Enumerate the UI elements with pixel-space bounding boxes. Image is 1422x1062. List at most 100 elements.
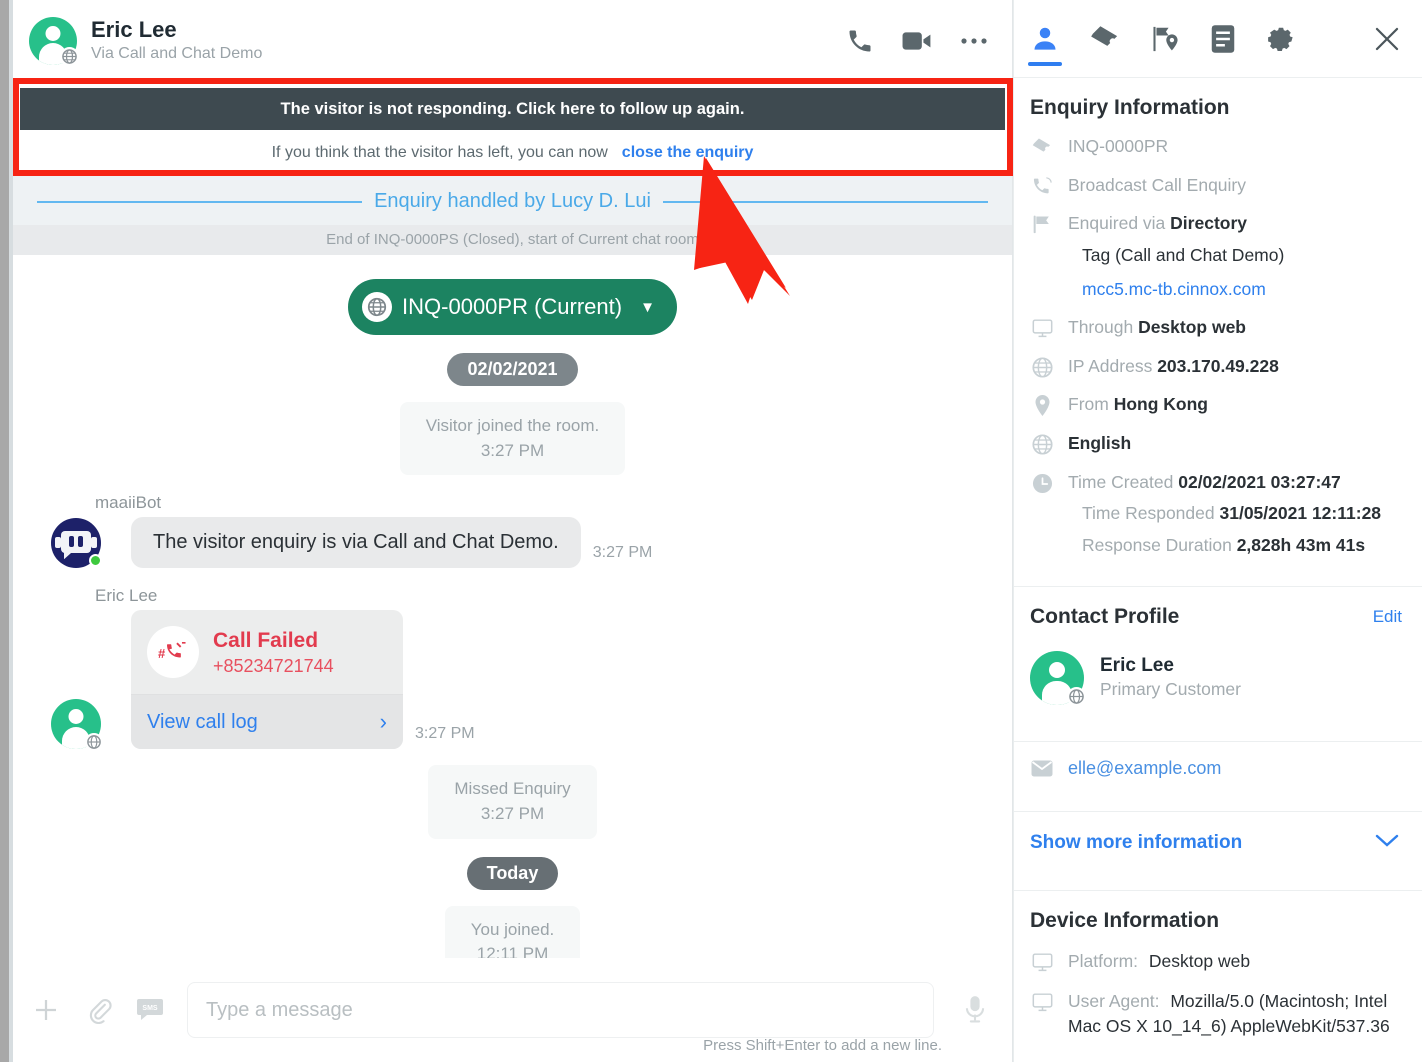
sms-bubble-icon[interactable]: SMS (137, 998, 163, 1022)
enquiry-type-row: Broadcast Call Enquiry (1030, 174, 1402, 198)
phone-icon[interactable] (846, 27, 874, 55)
from-value: From Hong Kong (1068, 393, 1208, 417)
envelope-icon (1030, 760, 1054, 777)
edit-profile-button[interactable]: Edit (1373, 607, 1402, 627)
device-information-section: Device Information Platform: Desktop web (1014, 891, 1422, 1051)
clock-icon (1030, 471, 1054, 494)
close-enquiry-row: If you think that the visitor has left, … (20, 130, 1005, 176)
current-room-selector[interactable]: INQ-0000PR (Current) ▼ (348, 279, 677, 335)
window-scrollbar[interactable] (0, 0, 13, 1062)
tab-ticket[interactable] (1090, 0, 1120, 78)
through-platform: Desktop web (1138, 317, 1247, 338)
platform-value: Platform: Desktop web (1068, 949, 1250, 974)
chat-console-app: Eric Lee Via Call and Chat Demo The visi… (0, 0, 1422, 1062)
plus-icon[interactable] (31, 995, 61, 1025)
visitor-alert: The visitor is not responding. Click her… (13, 82, 1012, 176)
enquiry-information-section: Enquiry Information INQ-0000PR Broadcast… (1014, 78, 1422, 570)
show-more-label: Show more information (1030, 831, 1243, 853)
chevron-right-icon: › (379, 709, 387, 735)
paperclip-icon[interactable] (85, 996, 113, 1024)
close-icon[interactable] (1372, 24, 1402, 54)
section-heading: Enquiry Information (1030, 96, 1402, 120)
system-note-text: You joined. (470, 919, 555, 939)
handled-by-label: Enquiry handled by Lucy D. Lui (374, 190, 651, 212)
tab-profile[interactable] (1028, 0, 1062, 78)
section-heading: Contact Profile Edit (1030, 605, 1402, 629)
ticket-icon (1030, 135, 1054, 157)
contact-subtitle: Via Call and Chat Demo (91, 45, 263, 63)
response-duration-label: Response Duration (1082, 534, 1232, 555)
missed-call-icon: # (147, 626, 199, 679)
message-list[interactable]: Enquiry handled by Lucy D. Lui End of IN… (13, 176, 1012, 958)
call-failed-card[interactable]: # Call Failed +85234721744 View call log… (131, 610, 403, 750)
time-created-value: Time Created 02/02/2021 03:27:47 (1068, 471, 1341, 495)
close-enquiry-link[interactable]: close the enquiry (622, 144, 754, 162)
message-bubble: The visitor enquiry is via Call and Chat… (131, 517, 581, 569)
svg-text:#: # (158, 646, 166, 661)
chat-header: Eric Lee Via Call and Chat Demo (13, 0, 1012, 82)
handled-by-divider: Enquiry handled by Lucy D. Lui (13, 176, 1012, 225)
message-timestamp: 3:27 PM (415, 725, 475, 743)
response-duration-row: Response Duration 2,828h 43m 41s (1082, 534, 1402, 558)
tab-journey[interactable] (1150, 0, 1180, 78)
tab-settings[interactable] (1266, 0, 1296, 78)
show-more-information-button[interactable]: Show more information (1014, 812, 1422, 874)
enquiry-information-title: Enquiry Information (1030, 96, 1230, 119)
tab-notes[interactable] (1210, 0, 1236, 78)
divider-line-left (37, 200, 363, 203)
sidebar-tabs (1014, 0, 1422, 78)
call-phone-number: +85234721744 (213, 655, 334, 676)
message-input[interactable]: Type a message (206, 999, 353, 1022)
user-agent-value: User Agent: Mozilla/5.0 (Macintosh; Inte… (1068, 989, 1402, 1038)
active-tab-indicator (1028, 61, 1062, 66)
microphone-icon[interactable] (958, 995, 992, 1025)
contact-profile-role: Primary Customer (1100, 679, 1241, 699)
enquiry-domain-link[interactable]: mcc5.mc-tb.cinnox.com (1082, 278, 1402, 302)
user-agent-row: User Agent: Mozilla/5.0 (Macintosh; Inte… (1030, 989, 1402, 1038)
svg-text:SMS: SMS (142, 1005, 158, 1012)
composer-hint: Press Shift+Enter to add a new line. (703, 1037, 942, 1054)
language-value: English (1068, 432, 1131, 456)
time-responded-row: Time Responded 31/05/2021 12:11:28 (1082, 502, 1402, 526)
system-note-text: Visitor joined the room. (425, 416, 600, 435)
time-responded-stamp: 31/05/2021 12:11:28 (1219, 503, 1382, 524)
contact-profile-card: Eric Lee Primary Customer (1014, 629, 1422, 725)
device-information-title: Device Information (1030, 908, 1220, 932)
system-note-time: 12:11 PM (476, 944, 549, 958)
call-card-header: # Call Failed +85234721744 (131, 610, 403, 694)
location-pin-icon (1030, 393, 1054, 417)
view-call-log-button[interactable]: View call log › (131, 694, 403, 750)
follow-up-banner[interactable]: The visitor is not responding. Click her… (20, 88, 1005, 130)
contact-email[interactable]: elle@example.com (1068, 758, 1221, 779)
contact-name-block: Eric Lee Via Call and Chat Demo (91, 17, 262, 65)
enquiry-type-value: Broadcast Call Enquiry (1068, 174, 1246, 195)
contact-profile-title: Contact Profile (1030, 604, 1180, 628)
info-sidebar: Enquiry Information INQ-0000PR Broadcast… (1013, 0, 1422, 1062)
platform-row: Platform: Desktop web (1030, 949, 1402, 974)
platform-label: Platform: (1068, 950, 1139, 971)
user-agent-label: User Agent: (1068, 991, 1160, 1011)
avatar (1030, 650, 1086, 706)
system-note-you-joined: You joined. 12:11 PM (444, 905, 581, 958)
message-sender: maaiiBot (95, 493, 162, 513)
ip-address-label: IP Address (1068, 355, 1153, 376)
language-name: English (1068, 433, 1132, 453)
scrollbar-track[interactable] (9, 0, 13, 1062)
enquiry-tag-line: Tag (Call and Chat Demo) (1082, 244, 1285, 265)
call-card-text: Call Failed +85234721744 (213, 628, 334, 677)
monitor-icon (1030, 316, 1054, 339)
time-created-label: Time Created (1068, 471, 1174, 492)
ellipsis-icon[interactable] (960, 37, 988, 45)
current-room-label: INQ-0000PR (Current) (402, 294, 623, 319)
system-note-missed-enquiry: Missed Enquiry 3:27 PM (428, 765, 597, 839)
video-camera-icon[interactable] (902, 29, 932, 53)
search-input-wrapper[interactable]: Type a message (187, 982, 934, 1038)
chat-panel: Eric Lee Via Call and Chat Demo The visi… (13, 0, 1013, 1062)
divider-line-right (662, 200, 988, 203)
sidebar-content[interactable]: Enquiry Information INQ-0000PR Broadcast… (1014, 78, 1422, 1062)
message-group-bot: maaiiBot The visitor enquiry is via Call… (13, 493, 1012, 569)
online-status-dot (89, 554, 102, 568)
avatar (51, 699, 103, 752)
response-duration-value: 2,828h 43m 41s (1236, 534, 1366, 555)
call-status-title: Call Failed (213, 628, 319, 652)
